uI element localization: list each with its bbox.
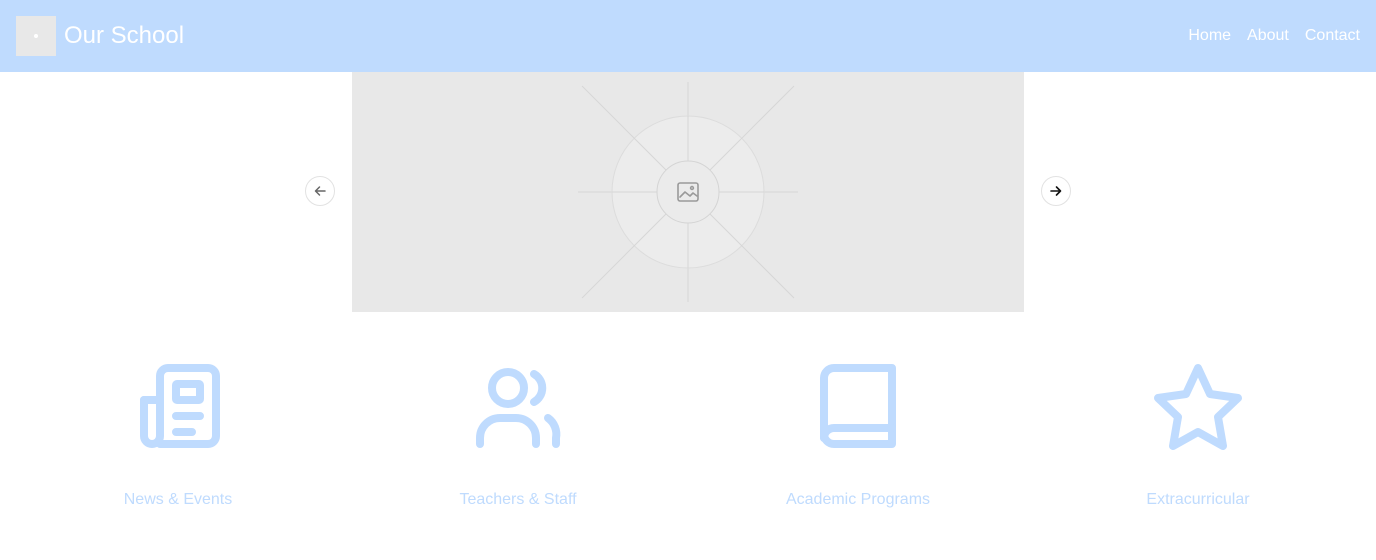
carousel-image (352, 72, 1024, 312)
users-icon (476, 368, 561, 448)
newspaper-icon (140, 364, 220, 448)
feature-news-events[interactable]: News & Events (8, 360, 348, 508)
top-bar: Our School Home About Contact (0, 0, 1376, 72)
arrow-left-icon (314, 186, 326, 196)
logo-image-placeholder-icon[interactable] (16, 16, 56, 56)
carousel-next-button[interactable] (1041, 176, 1071, 206)
nav-link-home[interactable]: Home (1188, 25, 1231, 47)
book-icon (820, 364, 896, 448)
carousel-prev-button[interactable] (305, 176, 335, 206)
feature-label: Extracurricular (1146, 491, 1250, 508)
star-icon (1154, 364, 1242, 450)
feature-extracurricular[interactable]: Extracurricular (1028, 360, 1368, 508)
feature-label: News & Events (123, 491, 233, 508)
image-placeholder-graphic (578, 82, 798, 302)
main-nav: Home About Contact (1188, 25, 1360, 47)
feature-academic-programs[interactable]: Academic Programs (688, 360, 1028, 508)
nav-link-about[interactable]: About (1247, 25, 1289, 47)
arrow-right-icon (1050, 186, 1062, 196)
logo-dot (34, 34, 38, 38)
site-title: Our School (64, 22, 185, 49)
feature-label: Teachers & Staff (459, 491, 577, 508)
feature-teachers-staff[interactable]: Teachers & Staff (348, 360, 688, 508)
feature-label: Academic Programs (785, 491, 931, 508)
nav-link-contact[interactable]: Contact (1305, 25, 1360, 47)
